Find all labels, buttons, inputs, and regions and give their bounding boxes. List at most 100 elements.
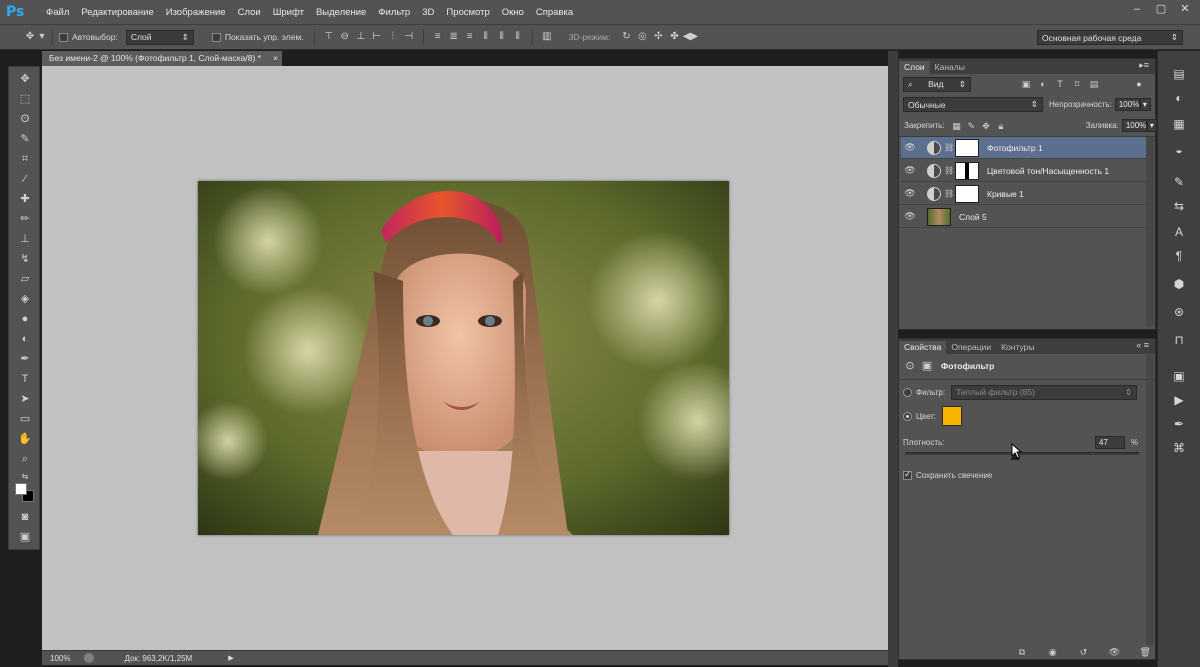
measurement-icon[interactable]: ⊓ — [1169, 331, 1189, 349]
tab-layers[interactable]: Слои — [899, 61, 930, 74]
marquee-tool-icon[interactable]: ⬚ — [16, 91, 34, 107]
quick-select-tool-icon[interactable]: ✎ — [16, 131, 34, 147]
canvas-area[interactable] — [42, 66, 888, 650]
slide-3d-icon[interactable]: ✤ — [666, 30, 682, 44]
hand-tool-icon[interactable]: ✋ — [16, 431, 34, 447]
crop-tool-icon[interactable]: ⌗ — [16, 151, 34, 167]
menu-3d[interactable]: 3D — [416, 7, 440, 18]
brush-tool-icon[interactable]: ✏ — [16, 211, 34, 227]
density-value[interactable]: 47 — [1095, 435, 1125, 449]
eye-icon[interactable]: 👁︎ — [901, 188, 919, 199]
close-icon[interactable]: ✕ — [1178, 2, 1192, 16]
delete-icon[interactable]: 🗑︎ — [1138, 646, 1152, 658]
menu-file[interactable]: Файл — [40, 7, 75, 18]
lock-all-icon[interactable]: 🔒︎ — [995, 120, 1007, 132]
menu-select[interactable]: Выделение — [310, 7, 372, 18]
menu-edit[interactable]: Редактирование — [75, 7, 159, 18]
pan-3d-icon[interactable]: ✣ — [650, 30, 666, 44]
layers-scrollbar[interactable] — [1146, 137, 1154, 327]
layer-row[interactable]: 👁︎ ⛓︎ Фотофильтр 1 — [901, 137, 1147, 159]
view-previous-icon[interactable]: ◉ — [1046, 646, 1060, 658]
panel-menu-icon[interactable]: ▸≡ — [1139, 60, 1149, 71]
rotate-3d-icon[interactable]: ↻ — [618, 30, 634, 44]
eye-icon[interactable]: 👁︎ — [901, 165, 919, 176]
lasso-tool-icon[interactable]: ʘ — [16, 111, 34, 127]
paragraph-icon[interactable]: ¶ — [1169, 247, 1189, 265]
color-icon[interactable]: ◐ — [1169, 89, 1189, 107]
menu-type[interactable]: Шрифт — [267, 7, 310, 18]
brush-presets-icon[interactable]: ✎ — [1169, 173, 1189, 191]
screen-mode-icon[interactable]: ▣ — [16, 529, 34, 545]
properties-scrollbar[interactable] — [1146, 355, 1154, 645]
layer-row[interactable]: 👁︎ ⛓︎ Кривые 1 — [901, 183, 1147, 205]
panel-menu-icon[interactable]: « ≡ — [1136, 340, 1149, 350]
align-right-icon[interactable]: ⊣ — [401, 30, 417, 44]
distribute-left-icon[interactable]: ⦀ — [478, 30, 494, 44]
adjustment-icon[interactable]: ⊙ — [903, 360, 917, 372]
layer-name[interactable]: Цветовой тон/Насыщенность 1 — [987, 166, 1109, 176]
show-transform-checkbox[interactable] — [211, 32, 221, 42]
history-icon[interactable]: ▤ — [1169, 65, 1189, 83]
filter-toggle-icon[interactable]: ● — [1132, 78, 1146, 90]
auto-align-icon[interactable]: ▥ — [539, 30, 555, 44]
align-left-icon[interactable]: ⊢ — [369, 30, 385, 44]
chevron-down-icon[interactable]: ▾ — [38, 30, 46, 44]
layer-mask-thumbnail[interactable] — [955, 161, 979, 180]
scale-3d-icon[interactable]: ◀▶ — [682, 30, 698, 44]
filter-dropdown[interactable]: Теплый фильтр (85) ⇕ — [951, 384, 1138, 400]
filter-shape-icon[interactable]: ⌑ — [1070, 78, 1084, 90]
menu-layers[interactable]: Слои — [232, 7, 267, 18]
eraser-tool-icon[interactable]: ▱ — [16, 271, 34, 287]
move-tool-icon[interactable]: ✥ — [16, 71, 34, 87]
channels-icon[interactable]: ⌘ — [1169, 439, 1189, 457]
roll-3d-icon[interactable]: ◎ — [634, 30, 650, 44]
menu-image[interactable]: Изображение — [160, 7, 232, 18]
lock-position-icon[interactable]: ✥ — [980, 120, 992, 132]
visibility-icon[interactable]: 👁︎ — [1107, 646, 1121, 658]
eyedropper-tool-icon[interactable]: ⁄ — [16, 171, 34, 187]
adjustments-icon[interactable]: ⇆ — [1169, 197, 1189, 215]
tab-actions[interactable]: Операции — [946, 341, 996, 354]
eye-icon[interactable]: 👁︎ — [901, 211, 919, 222]
layer-row[interactable]: 👁︎ Слой 5 — [901, 206, 1147, 228]
tab-channels[interactable]: Каналы — [930, 61, 970, 74]
layer-mask-thumbnail[interactable] — [955, 184, 979, 203]
tab-paths[interactable]: Контуры — [996, 341, 1039, 354]
layer-name[interactable]: Кривые 1 — [987, 189, 1024, 199]
filter-type-icon[interactable]: T — [1053, 78, 1067, 90]
layer-filter-dropdown[interactable]: ⌕ Вид ⇕ — [903, 76, 971, 92]
eye-icon[interactable]: 👁︎ — [901, 142, 919, 153]
fill-value[interactable]: 100% — [1121, 119, 1147, 132]
clone-source-icon[interactable]: ⊛ — [1169, 303, 1189, 321]
mask-icon[interactable]: ▣ — [920, 360, 934, 372]
chevron-down-icon[interactable]: ▾ — [1146, 119, 1158, 132]
filter-color-swatch[interactable] — [942, 406, 963, 426]
play-arrow-icon[interactable]: ▶ — [228, 654, 233, 662]
align-top-icon[interactable]: ⊤ — [321, 30, 337, 44]
paths-icon[interactable]: ✒ — [1169, 415, 1189, 433]
distribute-right-icon[interactable]: ⦀ — [510, 30, 526, 44]
align-hcenter-icon[interactable]: ⫶ — [385, 30, 401, 44]
lock-transparency-icon[interactable]: ▦ — [951, 120, 963, 132]
link-icon[interactable]: ⛓︎ — [944, 189, 954, 198]
dodge-tool-icon[interactable]: ◐ — [16, 331, 34, 347]
move-tool-preset-icon[interactable]: ✥ — [22, 30, 38, 44]
menu-help[interactable]: Справка — [530, 7, 579, 18]
blend-mode-dropdown[interactable]: Обычные ⇕ — [903, 97, 1043, 112]
clip-to-layer-icon[interactable]: ⧉ — [1015, 646, 1029, 658]
chevron-down-icon[interactable]: ▾ — [1139, 98, 1151, 111]
link-icon[interactable]: ⛓︎ — [944, 166, 954, 175]
tab-properties[interactable]: Свойства — [899, 341, 947, 354]
pen-tool-icon[interactable]: ✒ — [16, 351, 34, 367]
filter-adjustment-icon[interactable]: ◐ — [1036, 78, 1050, 90]
quick-mask-icon[interactable]: ◙ — [16, 509, 34, 525]
swatches-icon[interactable]: ▦ — [1169, 115, 1189, 133]
layer-name[interactable]: Фотофильтр 1 — [987, 143, 1043, 153]
autoselect-checkbox[interactable] — [59, 32, 68, 42]
healing-brush-tool-icon[interactable]: ✚ — [16, 191, 34, 207]
minimize-icon[interactable]: – — [1130, 2, 1144, 16]
foreground-color-swatch[interactable] — [15, 483, 27, 495]
preserve-luminosity-checkbox[interactable]: ✓ — [903, 469, 912, 480]
workspace-dropdown[interactable]: Основная рабочая среда ⇕ — [1037, 30, 1183, 45]
clone-stamp-tool-icon[interactable]: ⊥ — [16, 231, 34, 247]
